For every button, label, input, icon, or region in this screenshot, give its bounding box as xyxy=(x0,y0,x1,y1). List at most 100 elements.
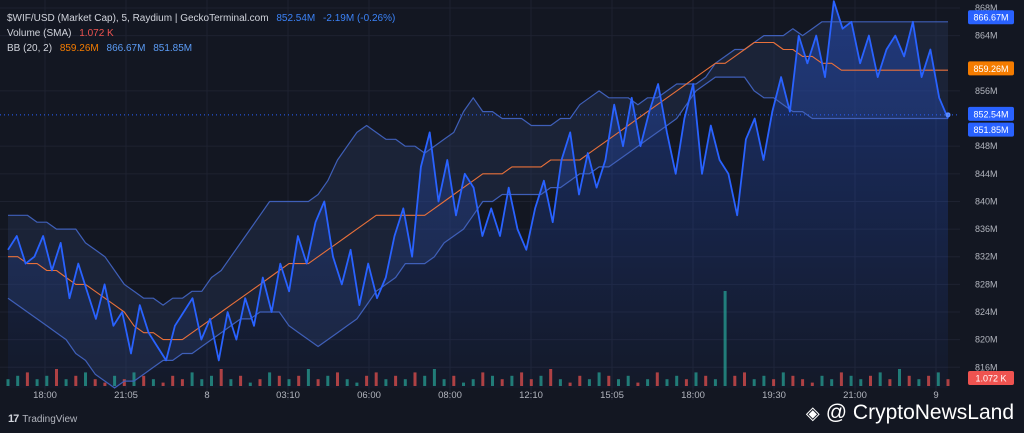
volume-bar xyxy=(74,375,78,386)
y-tick-label: 864M xyxy=(975,31,998,41)
volume-bar xyxy=(849,375,853,386)
chart-legend: $WIF/USD (Market Cap), 5, Raydium | Geck… xyxy=(7,11,400,56)
binance-diamond-icon: ◈ xyxy=(805,402,820,423)
volume-bar xyxy=(132,372,136,386)
volume-bar xyxy=(781,372,785,386)
volume-bar xyxy=(180,379,184,386)
volume-bar xyxy=(607,375,611,386)
volume-bar xyxy=(752,379,756,386)
bb-lower-value: 851.85M xyxy=(153,43,193,54)
volume-bar xyxy=(675,375,679,386)
y-axis[interactable]: 816M 820M 824M 828M 832M 836M 840M 844M 848M 856M… xyxy=(962,0,1024,400)
volume-bar xyxy=(161,382,165,386)
volume-bar xyxy=(529,379,533,386)
price-change: -2.19M (-0.26%) xyxy=(323,13,396,24)
volume-bar xyxy=(394,375,398,386)
y-tick-label: 844M xyxy=(975,169,998,179)
volume-bar xyxy=(297,375,301,386)
volume-bar xyxy=(888,379,892,386)
volume-bar xyxy=(762,375,766,386)
y-tick-label: 828M xyxy=(975,279,998,289)
volume-bar xyxy=(743,372,746,386)
price-tag-label: 851.85M xyxy=(973,125,1008,135)
y-tick-label: 856M xyxy=(975,86,998,96)
volume-bar xyxy=(190,372,194,386)
volume-bar xyxy=(839,372,843,386)
volume-bar xyxy=(287,379,291,386)
volume-bar xyxy=(306,369,310,386)
x-tick-label: 08:00 xyxy=(438,390,462,401)
watermark: ◈ @ CryptoNewsLand xyxy=(806,401,1014,425)
y-tick-label: 832M xyxy=(975,252,998,262)
volume-bar xyxy=(355,382,359,386)
volume-bar xyxy=(171,375,175,386)
volume-label: Volume (SMA) xyxy=(7,28,72,39)
tradingview-logo[interactable]: 17 TradingView xyxy=(8,413,77,425)
symbol-title: $WIF/USD (Market Cap), 5, Raydium | Geck… xyxy=(7,13,269,24)
volume-bar xyxy=(403,379,407,386)
volume-bar xyxy=(520,372,524,386)
x-tick-label: 9 xyxy=(933,390,938,401)
volume-bar xyxy=(694,372,698,386)
volume-bar xyxy=(200,379,204,386)
price-chart[interactable]: 816M 820M 824M 828M 832M 836M 840M 844M 848M 856M… xyxy=(0,0,1024,433)
volume-bar xyxy=(500,379,504,386)
y-tick-label: 836M xyxy=(975,224,998,234)
volume-bar xyxy=(423,375,427,386)
x-tick-label: 8 xyxy=(204,390,209,401)
volume-bar xyxy=(432,369,436,386)
volume-bar xyxy=(791,375,795,386)
volume-bar xyxy=(704,375,708,386)
y-tick-label: 824M xyxy=(975,307,998,317)
volume-bar xyxy=(151,379,155,386)
volume-bar xyxy=(93,379,97,386)
volume-value: 1.072 K xyxy=(79,28,114,39)
x-tick-label: 18:00 xyxy=(33,390,57,401)
volume-bar xyxy=(549,369,553,386)
legend-title-row[interactable]: $WIF/USD (Market Cap), 5, Raydium | Geck… xyxy=(7,11,400,26)
legend-bb-row[interactable]: BB (20, 2) 859.26M 866.67M 851.85M xyxy=(7,41,400,56)
y-tick-label: 848M xyxy=(975,141,998,151)
tradingview-label: TradingView xyxy=(22,413,78,425)
volume-bar xyxy=(713,379,717,386)
bb-label: BB (20, 2) xyxy=(7,43,53,54)
volume-bar xyxy=(365,375,369,386)
volume-bar xyxy=(258,379,262,386)
volume-bar xyxy=(210,375,213,386)
volume-bar xyxy=(452,375,456,386)
volume-bar xyxy=(84,372,87,386)
volume-bar xyxy=(539,375,543,386)
volume-bar xyxy=(113,375,117,386)
volume-bar xyxy=(558,379,562,386)
volume-tag-label: 1.072 K xyxy=(975,374,1006,384)
watermark-text: @ CryptoNewsLand xyxy=(825,401,1014,424)
x-axis[interactable]: 18:00 21:05 8 03:10 06:00 08:00 12:10 15:05 18:0… xyxy=(33,390,939,401)
volume-bar xyxy=(277,375,281,386)
volume-bar xyxy=(946,379,950,386)
volume-bar xyxy=(345,379,349,386)
volume-bar xyxy=(723,291,727,386)
bb-basis-value: 859.26M xyxy=(59,43,99,54)
x-tick-label: 06:00 xyxy=(357,390,381,401)
y-tick-label: 820M xyxy=(975,335,998,345)
volume-bar xyxy=(859,379,863,386)
volume-bar xyxy=(6,379,10,386)
volume-bar xyxy=(684,379,688,386)
volume-bar xyxy=(142,375,146,386)
volume-bar xyxy=(413,372,417,386)
volume-bar xyxy=(45,375,49,386)
legend-volume-row[interactable]: Volume (SMA) 1.072 K xyxy=(7,26,400,41)
volume-bar xyxy=(636,382,640,386)
volume-bar xyxy=(626,375,630,386)
x-tick-label: 21:00 xyxy=(843,390,867,401)
volume-bar xyxy=(481,372,485,386)
volume-bar xyxy=(35,379,39,386)
bb-upper-value: 866.67M xyxy=(106,43,146,54)
volume-bar xyxy=(587,379,591,386)
volume-bar xyxy=(268,372,272,386)
volume-bar xyxy=(229,379,233,386)
volume-bar xyxy=(820,375,824,386)
volume-bar xyxy=(326,375,330,386)
volume-bar xyxy=(907,375,911,386)
volume-bar xyxy=(55,369,58,386)
